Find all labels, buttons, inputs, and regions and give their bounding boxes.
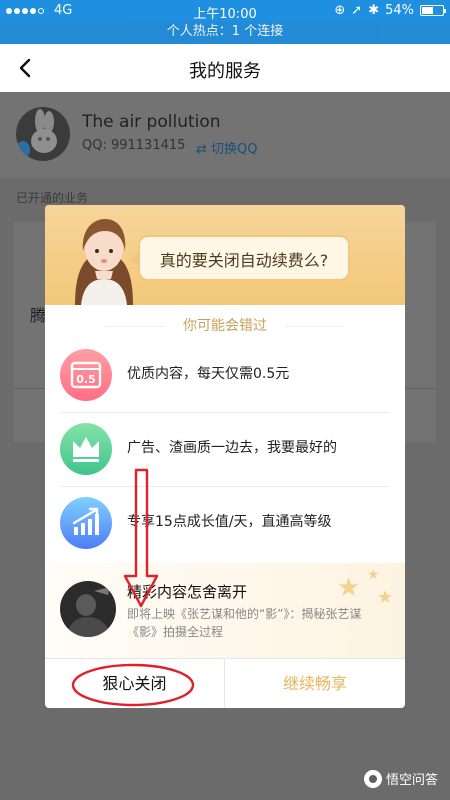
profile-name: The air pollution <box>82 112 221 132</box>
growth-chart-icon <box>60 497 112 549</box>
watermark: 悟空问答 <box>363 769 438 788</box>
qq-badge-icon <box>16 141 30 159</box>
profile-card: The air pollution QQ: 991131415 ⇄ 切换QQ <box>0 92 450 178</box>
nav-bar: 我的服务 <box>0 44 450 92</box>
crown-icon <box>60 423 112 475</box>
lock-rotation-icon: ⊕ <box>334 3 346 18</box>
miss-label: 你可能会错过 <box>183 318 267 334</box>
page-title: 我的服务 <box>189 61 261 82</box>
continue-button[interactable]: 继续畅享 <box>225 659 405 708</box>
feature-item: 广告、渣画质一边去，我要最好的 <box>60 417 390 487</box>
dialog-question: 真的要关闭自动续费么? <box>159 251 329 270</box>
switch-qq-link[interactable]: ⇄ 切换QQ <box>196 138 258 157</box>
feature-item: 0.5 优质内容，每天仅需0.5元 <box>60 343 390 413</box>
wukong-logo-icon <box>363 769 382 788</box>
confirm-close-button[interactable]: 狠心关闭 <box>45 659 225 708</box>
promo-card[interactable]: 精彩内容怎舍离开 即将上映《张艺谋和他的“影”》：揭秘张艺谋《影》拍摄全过程 ★… <box>45 563 405 658</box>
feature-text: 广告、渣画质一边去，我要最好的 <box>127 440 337 456</box>
battery-percent: 54% <box>385 3 414 18</box>
battery-icon <box>420 5 446 16</box>
promo-title: 精彩内容怎舍离开 <box>127 583 248 601</box>
feature-item: 专享15点成长值/天，直通高等级 <box>60 491 390 555</box>
star-icon: ★ <box>337 573 361 603</box>
price-tag-icon: 0.5 <box>60 349 112 401</box>
hotspot-bar[interactable]: 个人热点：1 个连接 <box>0 22 450 44</box>
feature-text: 优质内容，每天仅需0.5元 <box>127 366 290 382</box>
star-icon: ★ <box>377 587 394 608</box>
service-name-partial: 腾 <box>30 306 47 325</box>
divider <box>60 486 390 487</box>
promo-thumbnail <box>60 581 116 637</box>
profile-qq-number: QQ: 991131415 <box>82 138 186 153</box>
avatar <box>16 107 70 161</box>
watermark-text: 悟空问答 <box>385 773 438 788</box>
dialog-banner: 真的要关闭自动续费么? <box>45 205 405 305</box>
promo-subtitle: 即将上映《张艺谋和他的“影”》：揭秘张艺谋《影》拍摄全过程 <box>127 607 362 639</box>
dialog-button-bar: 狠心关闭 继续畅享 <box>45 658 405 708</box>
cancel-renewal-dialog: 真的要关闭自动续费么? 你可能会错过 0.5 优质内容，每天仅需0.5元 广告、… <box>45 205 405 708</box>
feature-text: 专享15点成长值/天，直通高等级 <box>127 514 332 530</box>
bluetooth-icon: ✱ <box>368 3 380 18</box>
speech-bubble: 真的要关闭自动续费么? <box>130 235 350 281</box>
status-bar: 4G 上午10:00 ⊕ ➚ ✱ 54% <box>0 0 450 22</box>
svg-text:0.5: 0.5 <box>76 373 96 386</box>
section-label: 已开通的业务 <box>16 191 89 205</box>
star-icon: ★ <box>367 567 380 583</box>
divider <box>60 412 390 413</box>
divider <box>285 326 345 327</box>
location-icon: ➚ <box>351 3 363 18</box>
